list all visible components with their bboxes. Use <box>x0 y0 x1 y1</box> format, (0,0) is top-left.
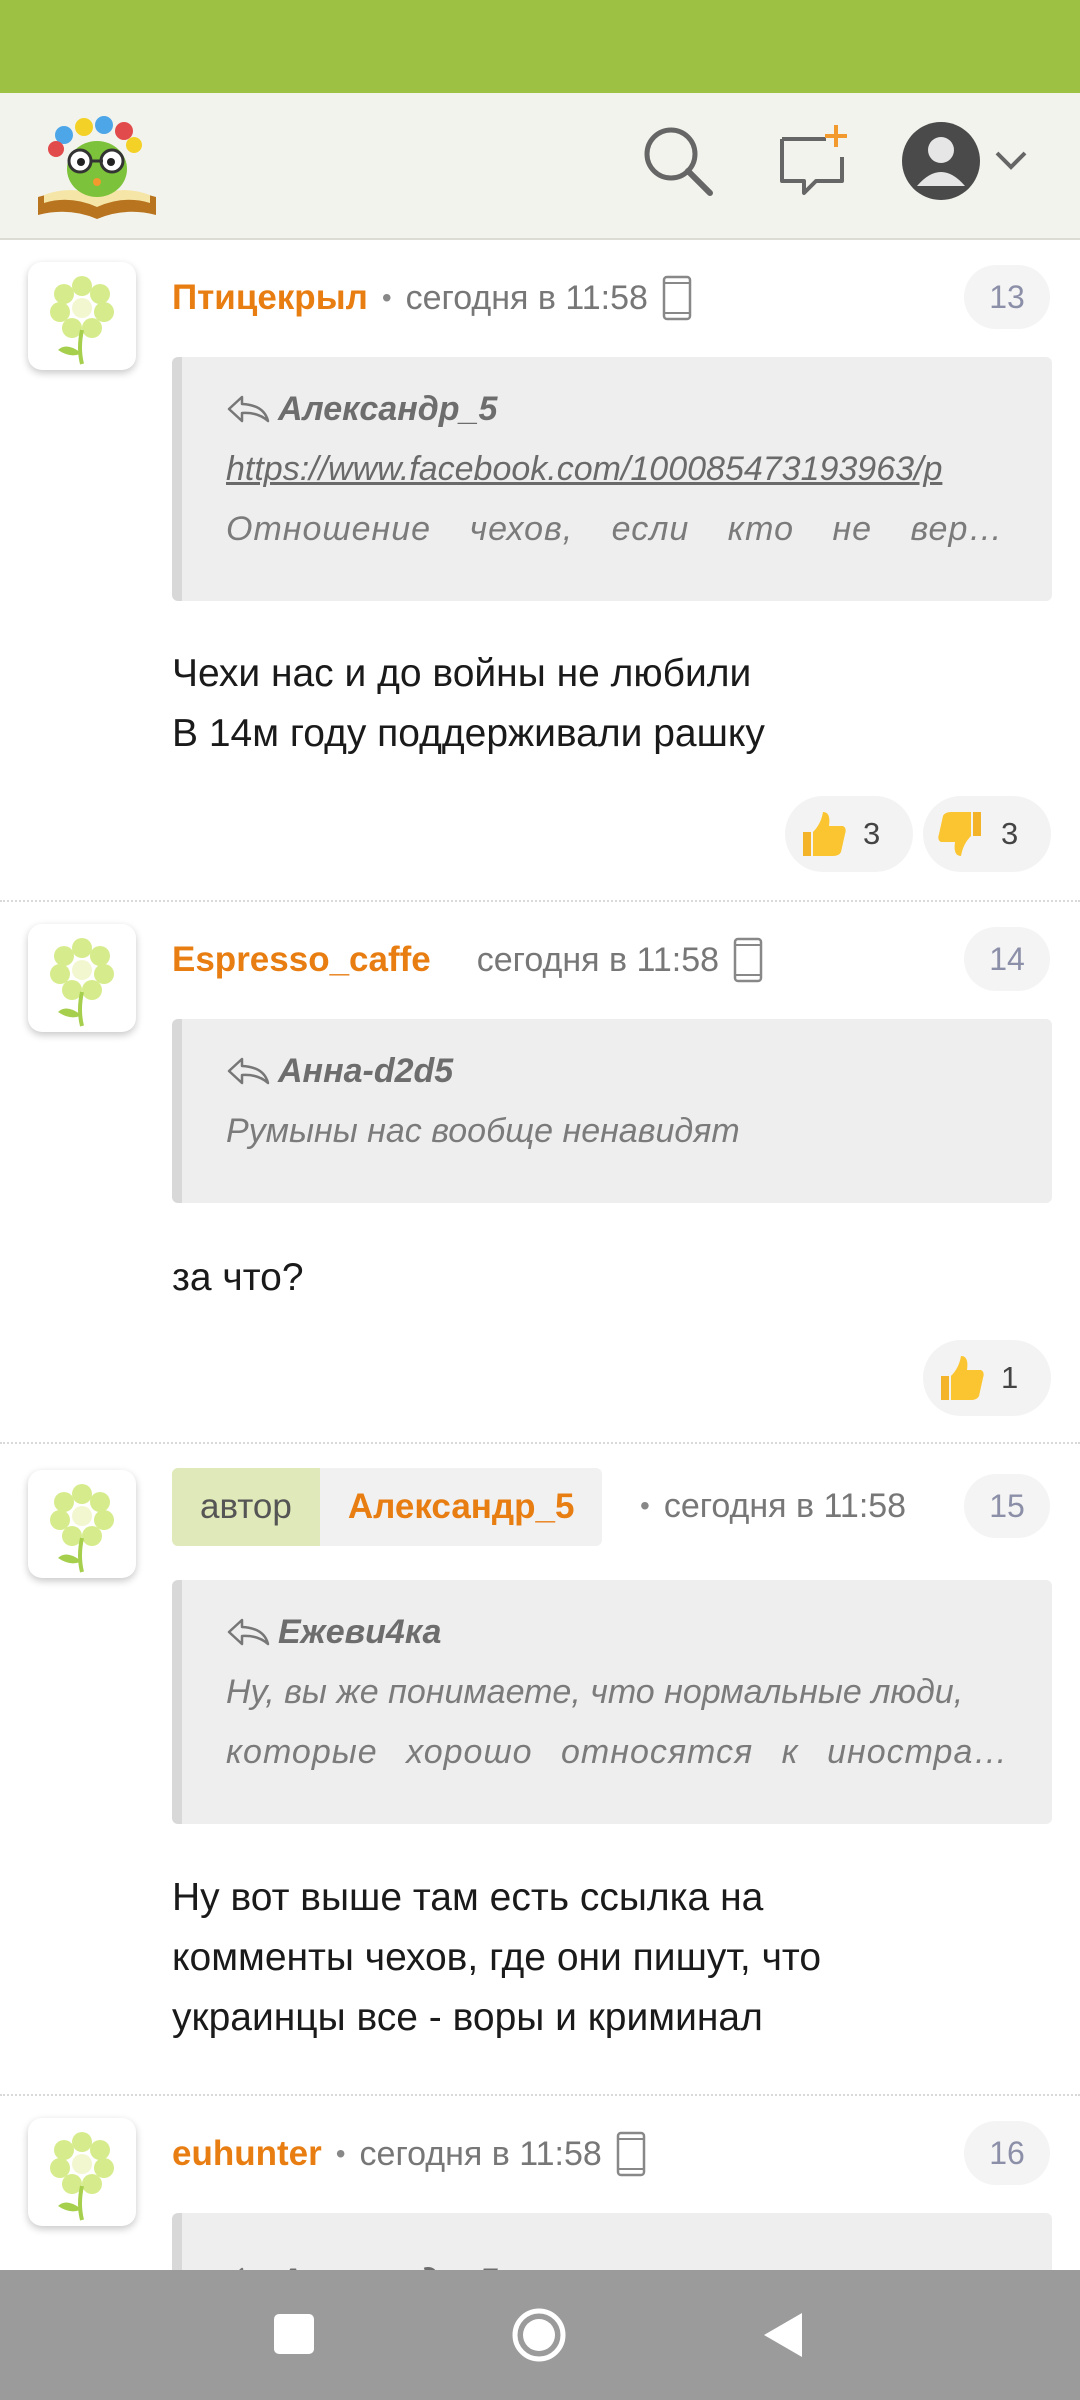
navigation-bar <box>0 2270 1080 2400</box>
quote-link[interactable]: https://www.facebook.com/100085473193963… <box>226 439 1012 499</box>
user-avatar[interactable] <box>28 262 136 370</box>
reply-arrow-icon <box>227 395 270 423</box>
comment-author[interactable]: Птицекрыл <box>172 278 368 318</box>
home-button[interactable] <box>510 2306 568 2369</box>
comment-time: сегодня в 11:58 <box>405 278 648 317</box>
comment-body: Ну вот выше там есть ссылка на комменты … <box>172 1868 1032 2048</box>
comment-13: Птицекрыл • сегодня в 11:58 13 Александр… <box>0 240 1080 902</box>
author-tag: автор <box>172 1468 320 1546</box>
dislike-button[interactable]: 3 <box>923 796 1051 872</box>
separator-dot: • <box>335 2138 346 2169</box>
separator-dot: • <box>640 1490 650 1521</box>
comment-number[interactable]: 15 <box>964 1474 1050 1538</box>
comment-author[interactable]: Александр_5 <box>319 1468 603 1546</box>
comment-14: Espresso_caffe сегодня в 11:58 14 Анна-d… <box>0 902 1080 1444</box>
square-icon <box>274 2314 314 2354</box>
recents-button[interactable] <box>272 2312 316 2361</box>
comment-line: Ну вот выше там есть ссылка на <box>172 1876 764 1919</box>
author-badge: автор Александр_5 <box>172 1468 603 1546</box>
quote-text: Отношение чехов, если кто не вери… <box>226 510 1012 548</box>
like-button[interactable]: 3 <box>785 796 913 872</box>
quote-author: Анна-d2d5 <box>278 1051 454 1090</box>
user-avatar[interactable] <box>28 1470 136 1578</box>
quote-author: Александр_5 <box>278 389 498 428</box>
like-count: 1 <box>1001 1360 1019 1395</box>
quote-author: Александр_5 <box>278 2262 497 2271</box>
comment-time: сегодня в 11:58 <box>476 940 720 979</box>
new-comment-icon[interactable] <box>776 123 852 199</box>
back-button[interactable] <box>760 2310 806 2365</box>
user-avatar-icon[interactable] <box>900 120 982 202</box>
quoted-comment[interactable]: Ежеви4ка Ну, вы же понимаете, что нормал… <box>172 1580 1052 1824</box>
comment-16: euhunter • сегодня в 11:58 16 Александр_… <box>0 2096 1080 2270</box>
app-header <box>0 93 1080 240</box>
quoted-comment[interactable]: Александр_5 https://www.facebook.com/100… <box>172 357 1052 601</box>
quoted-comment[interactable]: Александр_5 <box>172 2213 1052 2270</box>
comment-number[interactable]: 16 <box>964 2121 1050 2185</box>
thumbs-down-icon <box>938 812 981 856</box>
thumbs-up-icon <box>941 1356 984 1400</box>
comment-line: Чехи нас и до войны не любили <box>172 652 752 695</box>
status-bar <box>0 0 1080 93</box>
separator-dot: • <box>381 282 392 313</box>
comment-number[interactable]: 13 <box>964 265 1050 329</box>
thumbs-up-icon <box>803 812 846 856</box>
reply-arrow-icon <box>227 1618 270 1646</box>
comment-number[interactable]: 14 <box>964 927 1050 991</box>
comment-time: сегодня в 11:58 <box>663 1486 907 1525</box>
search-icon[interactable] <box>640 123 716 199</box>
mobile-device-icon <box>616 2131 646 2177</box>
chevron-down-icon[interactable] <box>994 149 1028 173</box>
comment-line: за что? <box>172 1256 304 1299</box>
quote-text: Румыны нас вообще ненавидят <box>226 1112 740 1150</box>
comment-body: Чехи нас и до войны не любили В 14м году… <box>172 644 1032 764</box>
quote-text: Ну, вы же понимаете, что нормальные люди… <box>226 1673 964 1711</box>
mobile-device-icon <box>733 937 763 983</box>
comment-line: В 14м году поддерживали рашку <box>172 712 765 755</box>
site-logo[interactable] <box>34 111 160 223</box>
user-avatar[interactable] <box>28 924 136 1032</box>
mobile-device-icon <box>662 275 692 321</box>
comment-line: комменты чехов, где они пишут, что <box>172 1936 822 1979</box>
reply-arrow-icon <box>227 1057 270 1085</box>
user-avatar[interactable] <box>28 2118 136 2226</box>
comment-body: за что? <box>172 1248 1032 1308</box>
triangle-back-icon <box>764 2313 802 2357</box>
quoted-comment[interactable]: Анна-d2d5 Румыны нас вообще ненавидят <box>172 1019 1052 1203</box>
like-count: 3 <box>863 816 881 851</box>
comment-author[interactable]: Espresso_caffe <box>172 940 431 980</box>
quote-author: Ежеви4ка <box>278 1612 442 1651</box>
circle-icon <box>512 2308 566 2362</box>
dislike-count: 3 <box>1001 816 1019 851</box>
like-button[interactable]: 1 <box>923 1340 1051 1416</box>
comment-time: сегодня в 11:58 <box>359 2134 602 2173</box>
comment-line: украинцы все - воры и криминал <box>172 1996 763 2039</box>
quote-text: которые хорошо относятся к иностранца… <box>226 1733 1012 1771</box>
comment-15: автор Александр_5 • сегодня в 11:58 15 Е… <box>0 1444 1080 2096</box>
comment-author[interactable]: euhunter <box>172 2134 322 2174</box>
